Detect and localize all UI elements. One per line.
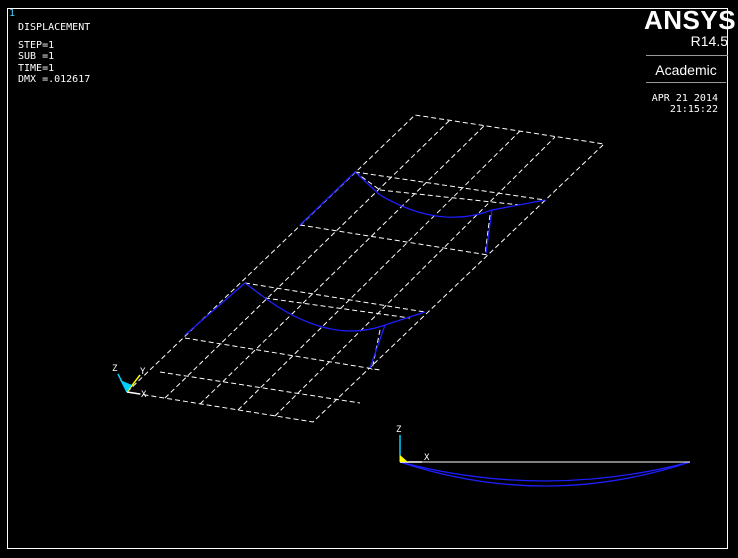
model-plot[interactable]: Z Y X Z X: [0, 0, 738, 558]
deformed-shape: [184, 171, 691, 487]
undeformed-mesh: [126, 114, 606, 423]
main-triad: Z Y X: [112, 364, 147, 400]
side-triad-x-label: X: [424, 453, 430, 463]
triad-z-label: Z: [112, 364, 118, 374]
triad-x-label: X: [141, 390, 147, 400]
triad-x-axis: [126, 391, 141, 395]
side-triad-fill: [400, 455, 408, 462]
graphics-window[interactable]: 1 DISPLACEMENT STEP=1 SUB =1 TIME=1 DMX …: [0, 0, 738, 558]
triad-y-axis: [126, 374, 141, 393]
side-triad-z-label: Z: [396, 425, 402, 435]
triad-fill: [120, 380, 132, 392]
triad-y-label: Y: [140, 367, 146, 377]
side-triad: Z X: [396, 425, 430, 463]
